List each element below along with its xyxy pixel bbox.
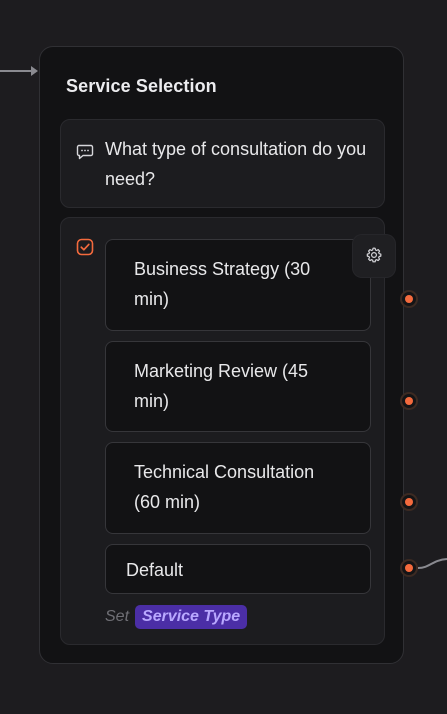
message-block[interactable]: What type of consultation do you need? [60, 119, 385, 208]
default-item-label: Default [126, 560, 184, 580]
message-text: What type of consultation do you need? [105, 139, 367, 189]
set-variable-line: Set Service Type [105, 604, 248, 630]
choice-item-business-strategy[interactable]: Business Strategy (30 min) [105, 239, 371, 331]
set-prefix: Set [105, 608, 130, 625]
default-outgoing-edge [417, 558, 447, 569]
output-handle-default[interactable] [400, 559, 418, 577]
flow-canvas[interactable]: Service Selection What type of consultat… [0, 0, 447, 714]
service-selection-node[interactable]: Service Selection What type of consultat… [39, 46, 404, 664]
output-handle-technical-consultation[interactable] [400, 493, 418, 511]
variable-badge[interactable]: Service Type [135, 605, 248, 629]
choice-item-label: Business Strategy (30 min) [134, 259, 311, 309]
node-title: Service Selection [66, 76, 217, 96]
choice-block[interactable]: Business Strategy (30 min) Marketing Rev… [60, 217, 395, 645]
choice-item-default[interactable]: Default [105, 544, 371, 594]
choice-item-technical-consultation[interactable]: Technical Consultation (60 min) [105, 442, 371, 534]
choice-item-marketing-review[interactable]: Marketing Review (45 min) [105, 341, 371, 432]
gear-icon [366, 247, 382, 263]
choice-item-label: Marketing Review (45 min) [134, 361, 309, 411]
chat-bubble-icon [76, 144, 94, 160]
output-handle-marketing-review[interactable] [400, 392, 418, 410]
choice-item-label: Technical Consultation (60 min) [134, 462, 315, 512]
output-handle-business-strategy[interactable] [400, 290, 418, 308]
checkbox-icon [76, 238, 94, 256]
item-settings-button[interactable] [353, 235, 395, 277]
incoming-edge-arrow [31, 66, 38, 76]
